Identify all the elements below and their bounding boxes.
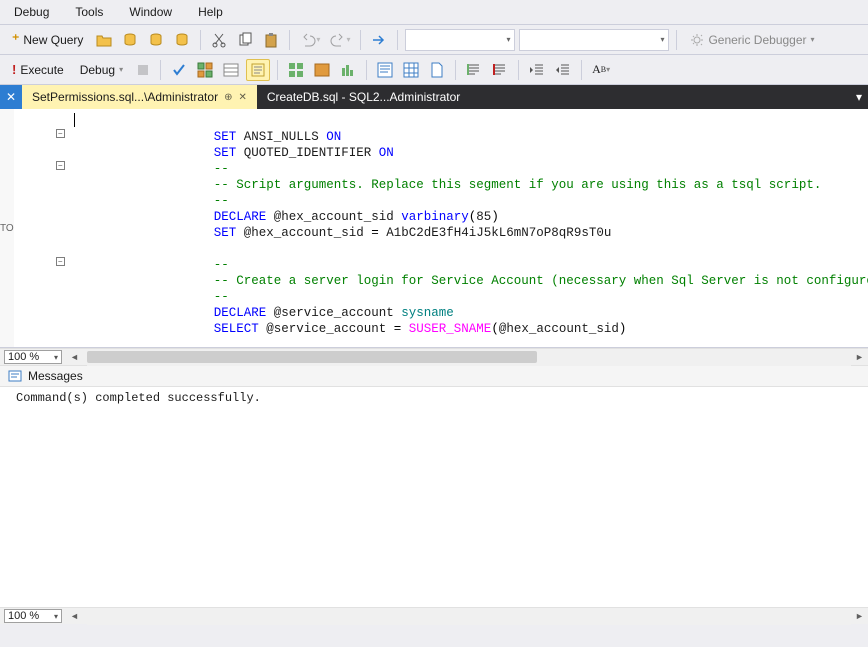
left-vertical-label: TO [0,223,14,234]
zoom-dropdown[interactable]: 100 %▾ [4,609,62,623]
scroll-left-icon[interactable]: ◄ [66,352,83,362]
tab-setpermissions[interactable]: SetPermissions.sql...\Administrator ⊕ ✕ [22,85,257,109]
editor-area: TO − − − SET ANSI_NULLS ON SET QUOTED_ID… [0,109,868,348]
results-file-icon[interactable] [426,59,448,81]
indent-increase-icon[interactable] [552,59,574,81]
document-tabs: ✕ SetPermissions.sql...\Administrator ⊕ … [0,85,868,109]
code-content[interactable]: SET ANSI_NULLS ON SET QUOTED_IDENTIFIER … [14,109,868,347]
new-query-label: New Query [23,33,83,47]
messages-tab-header: Messages [0,365,868,387]
editor-hscroll: 100 %▾ ◄ ► [0,348,868,365]
new-query-button[interactable]: ⁺ New Query [6,29,89,51]
execute-label: Execute [20,63,63,77]
intellisense-icon[interactable] [246,59,270,81]
results-text-icon[interactable] [374,59,396,81]
solution-config-dropdown[interactable]: ▾ [405,29,515,51]
messages-hscroll: 100 %▾ ◄ ► [0,607,868,624]
execute-button[interactable]: ! Execute [6,59,70,81]
paste-icon[interactable] [260,29,282,51]
tab-overflow-dropdown[interactable]: ▾ [850,90,868,104]
navigate-icon[interactable] [368,29,390,51]
text-cursor [74,113,75,127]
messages-text: Command(s) completed successfully. [16,391,261,405]
menu-tools[interactable]: Tools [71,3,107,21]
close-icon[interactable]: ✕ [238,92,246,103]
db-icon-3[interactable] [171,29,193,51]
tab-label: SetPermissions.sql...\Administrator [32,90,218,104]
tab-label: CreateDB.sql - SQL2...Administrator [267,90,460,104]
zoom-value: 100 % [8,610,39,622]
code-editor[interactable]: − − − SET ANSI_NULLS ON SET QUOTED_IDENT… [14,109,868,347]
open-file-icon[interactable] [93,29,115,51]
tab-createdb[interactable]: CreateDB.sql - SQL2...Administrator [257,85,470,109]
specify-values-icon[interactable]: AB▾ [589,59,613,81]
hscroll-track[interactable] [87,608,851,625]
exclamation-icon: ! [12,62,16,77]
stop-icon[interactable] [133,59,153,81]
redo-icon[interactable]: ▾ [327,29,353,51]
query-options-icon[interactable] [220,59,242,81]
scroll-left-icon[interactable]: ◄ [66,611,83,621]
results-grid-icon[interactable] [400,59,422,81]
db-icon-2[interactable] [145,29,167,51]
messages-icon [8,369,22,383]
hscroll-thumb[interactable] [87,351,537,363]
zoom-dropdown[interactable]: 100 %▾ [4,350,62,364]
left-vertical-tab[interactable]: TO [0,109,14,347]
messages-title[interactable]: Messages [28,369,83,383]
menu-help[interactable]: Help [194,3,227,21]
undo-icon[interactable]: ▾ [297,29,323,51]
live-stats-icon[interactable] [311,59,333,81]
uncomment-icon[interactable] [489,59,511,81]
solution-platform-dropdown[interactable]: ▾ [519,29,669,51]
zoom-value: 100 % [8,351,39,363]
copy-icon[interactable] [234,29,256,51]
estimated-plan-icon[interactable] [194,59,216,81]
menu-window[interactable]: Window [125,3,176,21]
sql-file-icon: ⁺ [12,31,19,48]
debug-button[interactable]: Debug ▾ [74,59,129,81]
debugger-label: Generic Debugger [708,33,806,47]
toolbar-sql: ! Execute Debug ▾ AB▾ [0,55,868,85]
messages-output[interactable]: Command(s) completed successfully. [0,387,868,607]
menu-bar: Debug Tools Window Help [0,0,868,25]
debugger-dropdown[interactable]: Generic Debugger ▾ [684,29,820,51]
cut-icon[interactable] [208,29,230,51]
client-stats-icon[interactable] [337,59,359,81]
indent-decrease-icon[interactable] [526,59,548,81]
gear-icon [690,33,704,47]
actual-plan-icon[interactable] [285,59,307,81]
scroll-right-icon[interactable]: ► [851,611,868,621]
close-panel-button[interactable]: ✕ [0,85,22,109]
toolbar-main: ⁺ New Query ▾ ▾ ▾ ▾ Generic Debugger ▾ [0,25,868,55]
hscroll-track[interactable] [87,349,851,366]
pin-icon[interactable]: ⊕ [224,92,232,103]
debug-label: Debug [80,63,115,77]
parse-icon[interactable] [168,59,190,81]
db-icon-1[interactable] [119,29,141,51]
scroll-right-icon[interactable]: ► [851,352,868,362]
comment-icon[interactable] [463,59,485,81]
menu-debug[interactable]: Debug [10,3,53,21]
